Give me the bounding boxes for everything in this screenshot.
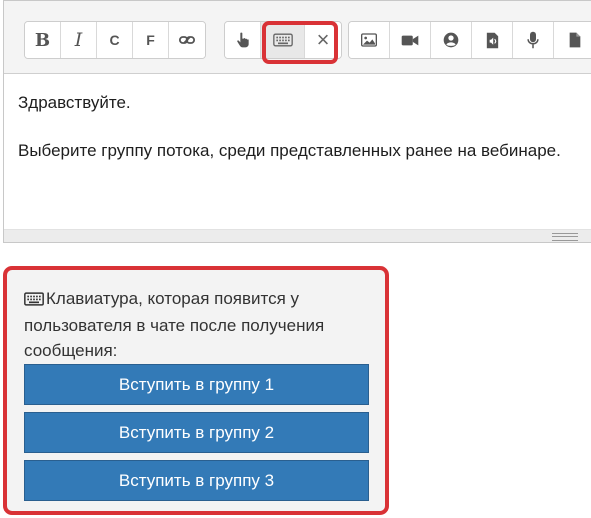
audio-file-button[interactable] xyxy=(472,22,513,58)
audio-file-icon xyxy=(486,32,498,48)
f-button[interactable]: F xyxy=(133,22,169,58)
pointer-button[interactable] xyxy=(225,22,261,58)
message-editor: B I C F × Здравствуйте. Выберите группу … xyxy=(3,0,591,243)
user-circle-icon xyxy=(443,32,459,48)
keyboard-icon xyxy=(272,33,293,47)
editor-toolbar: B I C F × xyxy=(4,1,591,74)
editor-resize-bar xyxy=(4,229,591,242)
file-icon xyxy=(569,32,580,48)
link-icon xyxy=(178,36,196,44)
keyboard-preview-panel: Клавиатура, которая появится у пользоват… xyxy=(3,266,389,515)
image-button[interactable] xyxy=(349,22,390,58)
keyboard-preview-caption: Клавиатура, которая появится у пользоват… xyxy=(24,286,364,363)
resize-handle-icon[interactable] xyxy=(552,233,578,241)
link-button[interactable] xyxy=(169,22,205,58)
keyboard-option-button-2[interactable]: Вступить в группу 2 xyxy=(24,412,369,453)
video-button[interactable] xyxy=(390,22,431,58)
hand-pointer-icon xyxy=(236,32,249,48)
voice-button[interactable] xyxy=(513,22,554,58)
media-button-group xyxy=(348,21,591,59)
document-button[interactable] xyxy=(554,22,591,58)
video-camera-icon xyxy=(401,35,419,45)
keyboard-button-group: × xyxy=(224,21,342,59)
c-button[interactable]: C xyxy=(97,22,133,58)
remove-keyboard-button[interactable]: × xyxy=(305,22,341,58)
keyboard-icon xyxy=(24,288,44,313)
image-icon xyxy=(361,33,377,47)
italic-button[interactable]: I xyxy=(61,22,97,58)
keyboard-preview-caption-text: Клавиатура, которая появится у пользоват… xyxy=(24,289,325,360)
message-paragraph: Выберите группу потока, среди представле… xyxy=(18,141,561,160)
bold-button[interactable]: B xyxy=(25,22,61,58)
keyboard-button[interactable] xyxy=(261,22,305,58)
format-button-group: B I C F xyxy=(24,21,206,59)
message-paragraph: Здравствуйте. xyxy=(18,93,131,112)
microphone-icon xyxy=(527,31,539,49)
keyboard-option-button-3[interactable]: Вступить в группу 3 xyxy=(24,460,369,501)
keyboard-option-button-1[interactable]: Вступить в группу 1 xyxy=(24,364,369,405)
editor-content[interactable]: Здравствуйте. Выберите группу потока, ср… xyxy=(18,91,561,163)
contact-button[interactable] xyxy=(431,22,472,58)
